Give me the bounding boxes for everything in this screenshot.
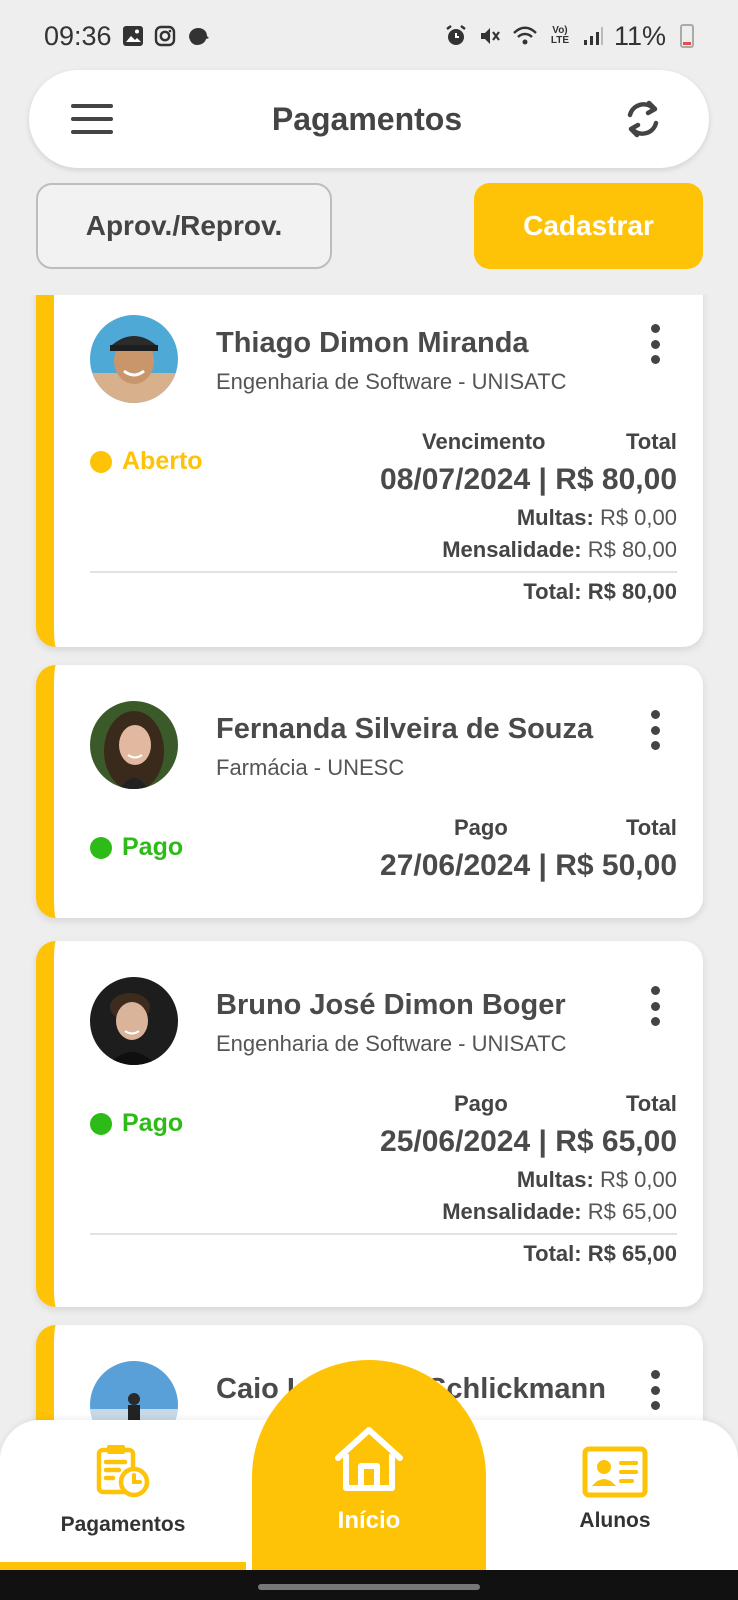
hamburger-menu-icon[interactable] (71, 104, 113, 134)
more-options-icon[interactable] (645, 710, 665, 750)
status-text: Pago (122, 1109, 184, 1137)
total-label: Total (626, 429, 677, 454)
fee-label: Mensalidade: (442, 537, 582, 562)
payment-list[interactable]: Thiago Dimon Miranda Engenharia de Softw… (0, 295, 738, 1420)
home-icon (332, 1424, 406, 1499)
more-options-icon[interactable] (645, 986, 665, 1026)
battery-icon (680, 24, 694, 48)
wifi-icon (512, 24, 538, 48)
fines-value: R$ 0,00 (599, 1167, 677, 1192)
nav-label-payments: Pagamentos (60, 1513, 186, 1536)
battery-percent: 11% (613, 20, 666, 51)
status-time: 09:36 (44, 20, 112, 51)
avatar (90, 977, 178, 1065)
fee-value: R$ 80,00 (587, 537, 677, 562)
payment-card[interactable]: Bruno José Dimon Boger Engenharia de Sof… (36, 941, 703, 1307)
active-tab-indicator (0, 1562, 246, 1570)
fines-line: Multas: R$ 0,00 (517, 1167, 677, 1193)
status-bar: 09:36 Vo) LTE 11% (0, 0, 738, 72)
sum-value: R$ 65,00 (587, 1241, 677, 1266)
register-button[interactable]: Cadastrar (474, 183, 703, 269)
alarm-icon (444, 24, 468, 48)
status-badge: Pago (90, 833, 183, 862)
fines-label: Multas: (516, 1167, 594, 1192)
payment-card[interactable]: Fernanda Silveira de Souza Farmácia - UN… (36, 665, 703, 918)
gesture-handle[interactable] (258, 1584, 480, 1590)
avatar (90, 701, 178, 789)
status-dot (90, 1112, 112, 1135)
fines-label: Multas: (516, 505, 594, 530)
divider (90, 1233, 677, 1235)
sum-line: Total: R$ 80,00 (523, 579, 677, 605)
payments-calendar-icon (93, 1442, 153, 1507)
page-title: Pagamentos (271, 100, 463, 137)
fee-line: Mensalidade: R$ 65,00 (442, 1199, 677, 1225)
status-dot (90, 836, 112, 859)
gallery-icon (122, 25, 144, 47)
app-header: Pagamentos (29, 70, 709, 168)
paid-date-label: Pago (454, 815, 508, 840)
signal-icon (582, 25, 604, 47)
more-options-icon[interactable] (645, 1370, 665, 1410)
more-options-icon[interactable] (645, 324, 665, 364)
status-text: Aberto (122, 447, 203, 475)
status-dot (90, 450, 112, 473)
student-name: Bruno José Dimon Boger (216, 989, 566, 1021)
status-badge: Pago (90, 1109, 183, 1138)
sum-line: Total: R$ 65,00 (523, 1241, 677, 1267)
student-id-card-icon (582, 1446, 648, 1503)
mute-icon (478, 24, 502, 48)
nav-item-students[interactable]: Alunos (492, 1420, 738, 1570)
student-course: Farmácia - UNESC (216, 755, 405, 780)
instagram-icon (154, 25, 176, 47)
total-label: Total (626, 1091, 677, 1116)
student-name: Fernanda Silveira de Souza (216, 713, 594, 745)
approve-reprove-button[interactable]: Aprov./Reprov. (36, 183, 332, 269)
notification-icon (186, 25, 210, 47)
nav-item-payments[interactable]: Pagamentos (0, 1420, 246, 1570)
volte-icon: Vo) LTE (550, 25, 570, 46)
student-course: Engenharia de Software - UNISATC (216, 369, 567, 394)
sum-value: R$ 80,00 (587, 579, 677, 604)
status-badge: Aberto (90, 447, 203, 476)
payment-amount: 08/07/2024 | R$ 80,00 (380, 463, 677, 496)
fines-line: Multas: R$ 0,00 (517, 505, 677, 531)
student-course: Engenharia de Software - UNISATC (216, 1031, 567, 1056)
status-text: Pago (122, 833, 184, 861)
nav-label-home: Início (337, 1507, 401, 1534)
total-label: Total (626, 815, 677, 840)
payment-card[interactable]: Thiago Dimon Miranda Engenharia de Softw… (36, 295, 703, 647)
fines-value: R$ 0,00 (599, 505, 677, 530)
student-name: Thiago Dimon Miranda (216, 327, 529, 359)
divider (90, 571, 677, 573)
due-date-label: Vencimento (422, 429, 546, 454)
fee-label: Mensalidade: (442, 1199, 582, 1224)
sum-label: Total: (523, 579, 582, 604)
fee-value: R$ 65,00 (587, 1199, 677, 1224)
payment-amount: 27/06/2024 | R$ 50,00 (380, 849, 677, 882)
sum-label: Total: (523, 1241, 582, 1266)
avatar (90, 315, 178, 403)
refresh-icon[interactable] (621, 97, 665, 141)
nav-label-students: Alunos (579, 1509, 651, 1532)
paid-date-label: Pago (454, 1091, 508, 1116)
payment-amount: 25/06/2024 | R$ 65,00 (380, 1125, 677, 1158)
avatar (90, 1361, 178, 1420)
fee-line: Mensalidade: R$ 80,00 (442, 537, 677, 563)
